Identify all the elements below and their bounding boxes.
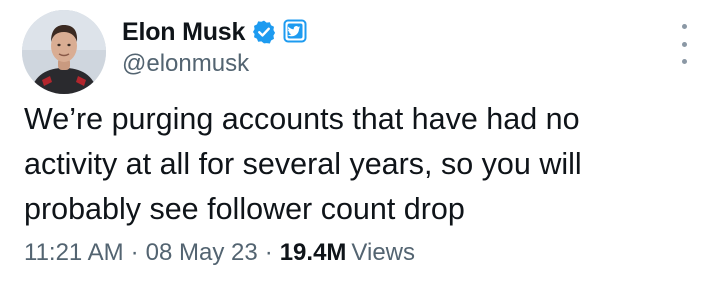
author-name-row: Elon Musk xyxy=(122,14,309,50)
tweet-meta: 11:21 AM · 08 May 23 · 19.4M Views xyxy=(24,239,415,267)
more-dot xyxy=(681,24,687,29)
more-dot xyxy=(681,41,687,47)
affiliate-badge-icon[interactable] xyxy=(283,19,309,45)
verified-badge-icon[interactable] xyxy=(251,19,277,45)
views-count[interactable]: 19.4M xyxy=(280,239,352,267)
tweet-time[interactable]: 11:21 AM xyxy=(24,239,124,267)
author-handle[interactable]: @elonmusk xyxy=(122,50,249,78)
author-display-name[interactable]: Elon Musk xyxy=(122,18,245,47)
tweet-card: Elon Musk @elonmusk We’re purging accoun… xyxy=(0,0,720,294)
more-dot xyxy=(681,59,687,64)
meta-separator: · xyxy=(130,239,139,266)
meta-separator: · xyxy=(264,239,273,266)
author-avatar[interactable] xyxy=(22,10,106,94)
more-vertical-icon[interactable] xyxy=(674,24,694,64)
tweet-text: We’re purging accounts that have had no … xyxy=(24,102,582,226)
avatar-photo-icon xyxy=(22,10,106,94)
tweet-date[interactable]: 08 May 23 xyxy=(146,239,258,267)
views-label[interactable]: Views xyxy=(351,239,415,267)
